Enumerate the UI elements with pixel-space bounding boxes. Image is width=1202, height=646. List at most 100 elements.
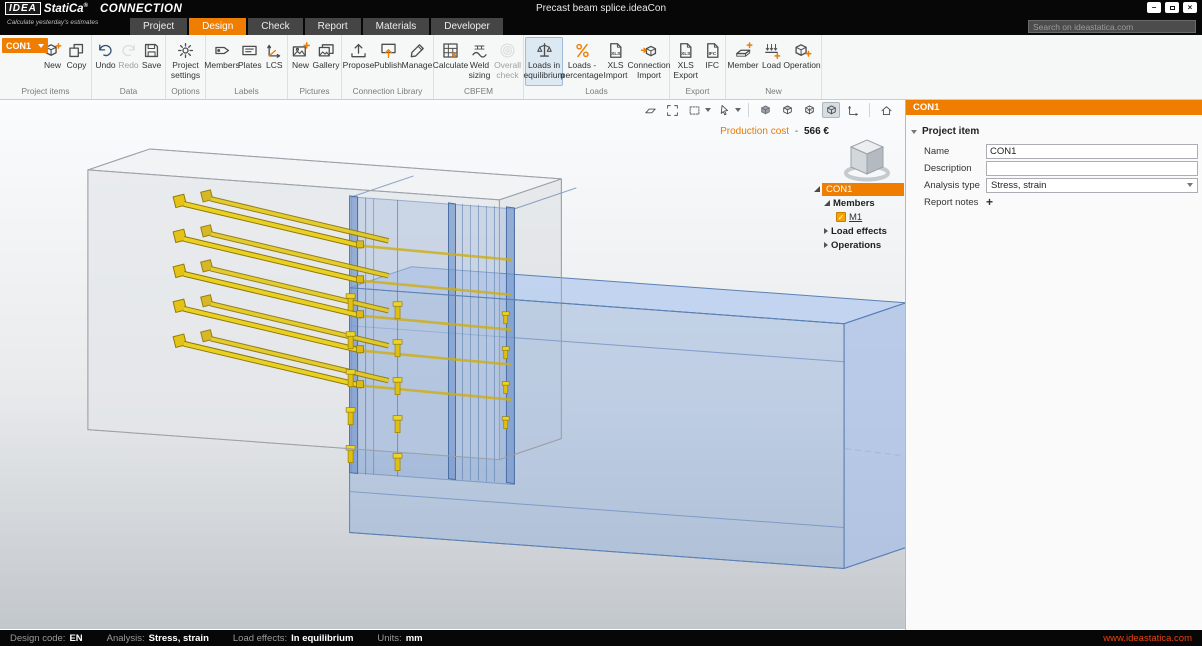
tree-item-members[interactable]: Members bbox=[812, 196, 904, 210]
tagline: Calculate yesterday's estimates bbox=[7, 19, 98, 26]
window-controls: − × bbox=[1147, 2, 1197, 13]
picture-new-button[interactable]: New bbox=[289, 37, 312, 86]
xls-file-icon: XLS bbox=[676, 40, 695, 61]
analysis-type-select[interactable]: Stress, strain bbox=[986, 178, 1198, 193]
tab-materials[interactable]: Materials bbox=[363, 18, 430, 35]
scales-icon bbox=[535, 40, 554, 61]
tab-report[interactable]: Report bbox=[305, 18, 361, 35]
status-design-code: Design code:EN bbox=[10, 633, 83, 644]
loads-percentage-button[interactable]: Loads - percentage bbox=[563, 37, 601, 86]
add-report-note-button[interactable]: + bbox=[986, 195, 993, 209]
website-link[interactable]: www.ideastatica.com bbox=[1103, 633, 1192, 644]
tree-item-con1[interactable]: CON1 bbox=[812, 182, 904, 196]
transparent-view-icon[interactable] bbox=[822, 102, 840, 118]
hidden-line-view-icon[interactable] bbox=[800, 102, 818, 118]
tab-check[interactable]: Check bbox=[248, 18, 302, 35]
connection-selector[interactable]: CON1 bbox=[2, 38, 48, 53]
picture-new-icon bbox=[291, 40, 310, 61]
tab-project[interactable]: Project bbox=[130, 18, 187, 35]
viewport-3d[interactable]: Production cost - 566 € CON1 bbox=[0, 100, 906, 630]
checkbox-checked-icon[interactable] bbox=[836, 212, 846, 222]
expander-closed-icon[interactable] bbox=[824, 242, 828, 248]
save-button[interactable]: Save bbox=[140, 37, 163, 86]
lcs-axes-icon bbox=[265, 40, 284, 61]
publish-icon bbox=[379, 40, 398, 61]
top-view-icon[interactable] bbox=[641, 102, 659, 118]
select-mode-icon[interactable] bbox=[715, 102, 733, 118]
toolbar-separator bbox=[748, 103, 749, 117]
project-settings-button[interactable]: Project settings bbox=[167, 37, 204, 86]
ribbon-group-label: Labels bbox=[206, 86, 287, 99]
home-view-icon[interactable] bbox=[877, 102, 895, 118]
copy-project-item-button[interactable]: Copy bbox=[64, 37, 89, 86]
ribbon-group-label: Options bbox=[166, 86, 205, 99]
minimize-icon[interactable]: − bbox=[1147, 2, 1161, 13]
fit-view-icon[interactable] bbox=[663, 102, 681, 118]
chevron-down-icon[interactable] bbox=[705, 108, 711, 112]
weld-sizing-button[interactable]: Weld sizing bbox=[466, 37, 493, 86]
overall-check-button[interactable]: Overall check bbox=[493, 37, 522, 86]
tree-item-m1[interactable]: M1 bbox=[812, 210, 904, 224]
solid-view-icon[interactable] bbox=[756, 102, 774, 118]
connection-import-button[interactable]: Connection Import bbox=[630, 37, 668, 86]
picture-gallery-button[interactable]: Gallery bbox=[312, 37, 340, 86]
description-input[interactable] bbox=[986, 161, 1198, 176]
labels-plates-button[interactable]: Plates bbox=[237, 37, 263, 86]
expander-open-icon[interactable] bbox=[824, 200, 830, 206]
maximize-icon[interactable] bbox=[1165, 2, 1179, 13]
undo-button[interactable]: Undo bbox=[94, 37, 117, 86]
registered-mark: ® bbox=[84, 3, 88, 9]
loads-in-equilibrium-button[interactable]: Loads in equilibrium bbox=[525, 37, 563, 86]
chevron-down-icon bbox=[38, 44, 44, 48]
library-propose-button[interactable]: Propose bbox=[344, 37, 374, 86]
library-publish-button[interactable]: Publish bbox=[374, 37, 403, 86]
expander-closed-icon[interactable] bbox=[824, 228, 828, 234]
new-member-button[interactable]: Member bbox=[728, 37, 759, 86]
svg-text:IFC: IFC bbox=[708, 51, 716, 57]
tab-design[interactable]: Design bbox=[189, 18, 246, 35]
tree-item-operations[interactable]: Operations bbox=[812, 238, 904, 252]
search-input[interactable] bbox=[1028, 20, 1196, 33]
field-name: Name bbox=[906, 143, 1202, 159]
library-manage-button[interactable]: Manage bbox=[403, 37, 432, 86]
tree-item-load-effects[interactable]: Load effects bbox=[812, 224, 904, 238]
undo-icon bbox=[96, 40, 115, 61]
gallery-icon bbox=[317, 40, 336, 61]
ribbon-group-label: Connection Library bbox=[342, 86, 433, 99]
production-cost-label: Production cost bbox=[720, 126, 789, 137]
status-analysis: Analysis:Stress, strain bbox=[107, 633, 209, 644]
statica-wordmark: StatiCa bbox=[44, 3, 84, 15]
redo-icon bbox=[119, 40, 138, 61]
weld-sizing-icon bbox=[470, 40, 489, 61]
field-analysis-type: Analysis type Stress, strain bbox=[906, 177, 1202, 193]
ribbon-group-label: CBFEM bbox=[434, 86, 523, 99]
scene-3d[interactable] bbox=[0, 100, 905, 629]
zoom-window-icon[interactable] bbox=[685, 102, 703, 118]
close-icon[interactable]: × bbox=[1183, 2, 1197, 13]
section-project-item[interactable]: Project item bbox=[906, 124, 1202, 139]
field-description: Description bbox=[906, 160, 1202, 176]
ifc-export-button[interactable]: IFC IFC bbox=[700, 37, 724, 86]
xls-import-button[interactable]: XLS XLS Import bbox=[601, 37, 630, 86]
chevron-down-icon[interactable] bbox=[735, 108, 741, 112]
ribbon-group-export: XLS XLS Export IFC IFC Export bbox=[670, 35, 726, 99]
shaded-view-icon[interactable] bbox=[778, 102, 796, 118]
labels-lcs-button[interactable]: LCS bbox=[263, 37, 286, 86]
operation-new-icon bbox=[793, 40, 812, 61]
gear-icon bbox=[176, 40, 195, 61]
redo-button[interactable]: Redo bbox=[117, 37, 140, 86]
tab-developer[interactable]: Developer bbox=[431, 18, 503, 35]
calculate-button[interactable]: Calculate bbox=[435, 37, 466, 86]
ribbon-group-label: New bbox=[726, 86, 821, 99]
section-expander-icon bbox=[911, 130, 917, 134]
new-load-button[interactable]: Load bbox=[759, 37, 785, 86]
navigation-cube[interactable] bbox=[841, 132, 893, 184]
axes-view-icon[interactable] bbox=[844, 102, 862, 118]
xls-export-button[interactable]: XLS XLS Export bbox=[671, 37, 700, 86]
ribbon-group-data: Undo Redo Save Data bbox=[92, 35, 166, 99]
name-input[interactable] bbox=[986, 144, 1198, 159]
expander-open-icon[interactable] bbox=[814, 186, 820, 192]
labels-members-button[interactable]: Members bbox=[207, 37, 237, 86]
ribbon-group-options: Project settings Options bbox=[166, 35, 206, 99]
new-operation-button[interactable]: Operation bbox=[785, 37, 820, 86]
